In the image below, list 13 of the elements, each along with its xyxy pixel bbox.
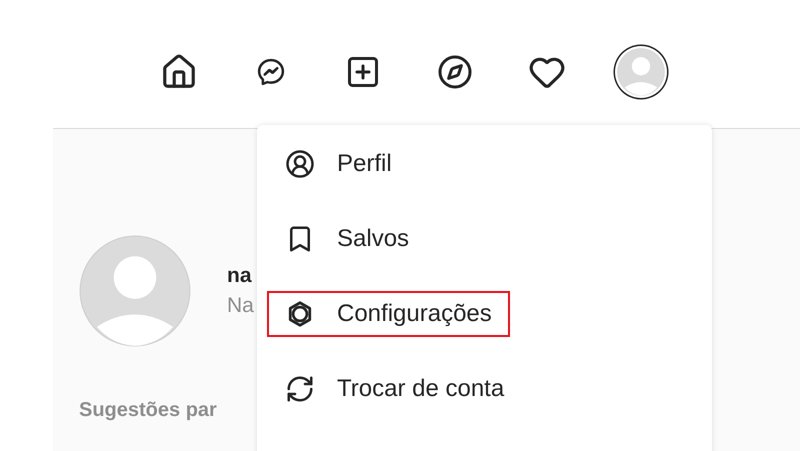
suggestions-heading: Sugestões par xyxy=(79,399,218,422)
user-circle-icon xyxy=(285,148,315,178)
display-name: Na xyxy=(227,294,254,318)
chat-icon xyxy=(256,57,286,87)
avatar-icon xyxy=(79,235,191,347)
username: na xyxy=(227,264,253,288)
menu-item[interactable]: Salvos xyxy=(267,216,428,262)
menu-item[interactable]: Configurações xyxy=(267,290,510,336)
avatar-icon xyxy=(617,48,665,96)
swap-arrows-icon xyxy=(285,374,315,404)
profile-avatar-button[interactable] xyxy=(615,46,667,98)
menu-item[interactable]: Perfil xyxy=(267,140,410,186)
menu-item[interactable]: Trocar de conta xyxy=(267,366,522,412)
